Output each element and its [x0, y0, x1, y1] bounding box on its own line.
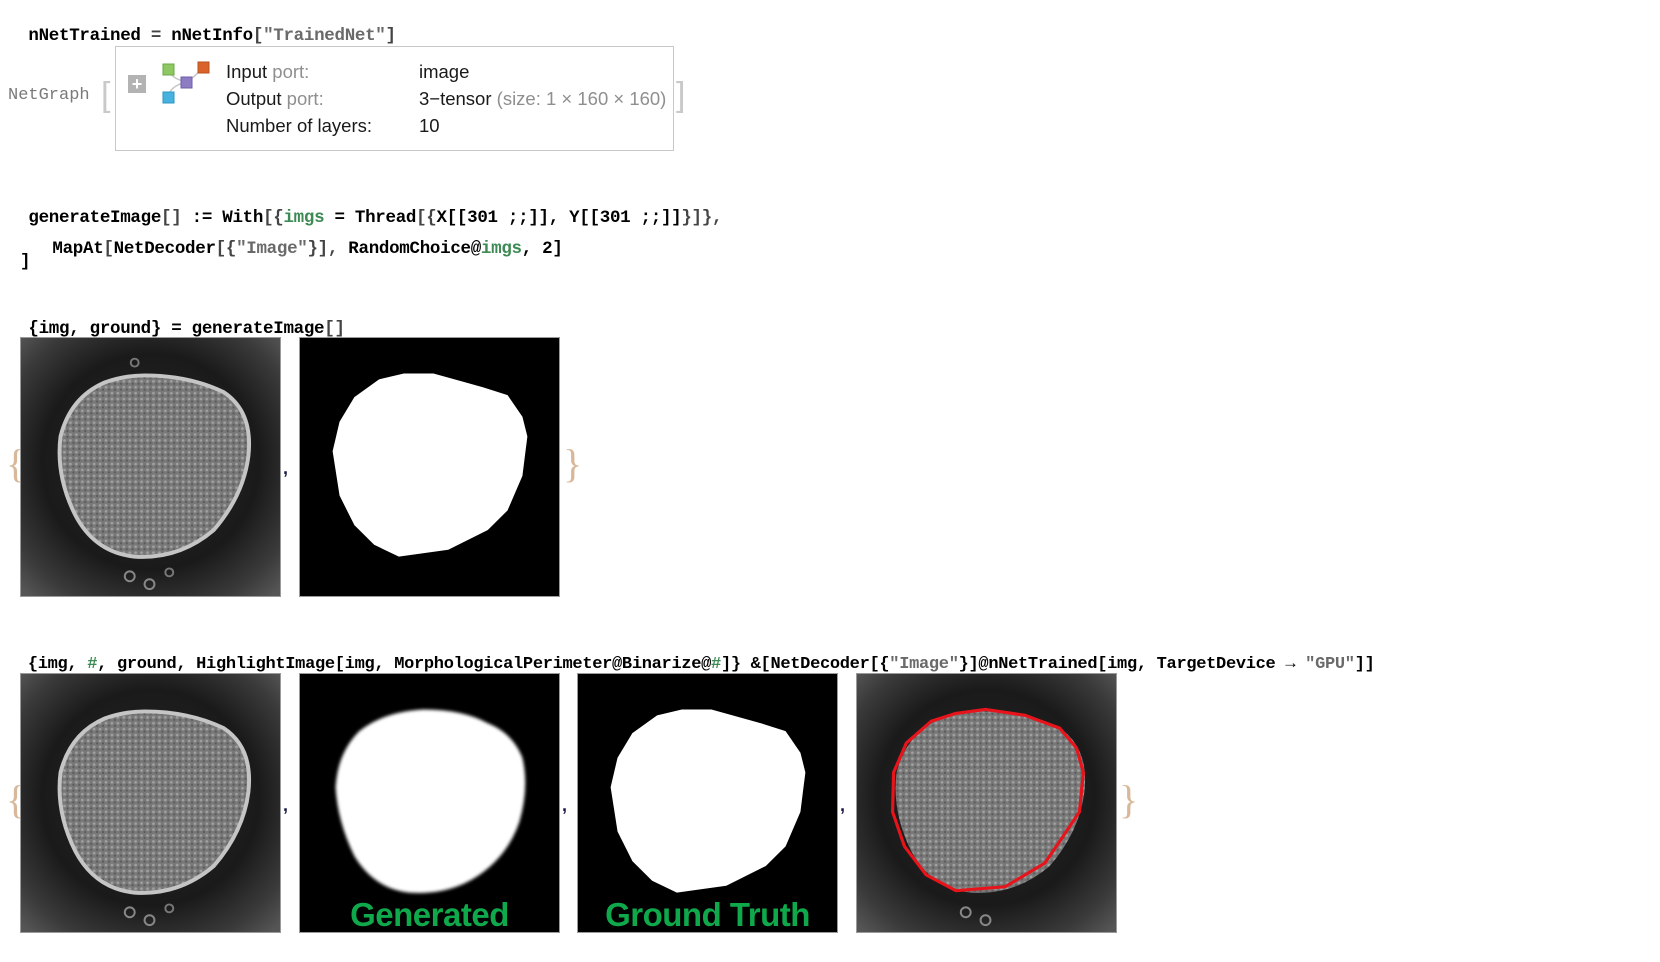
input-cell-nnettrained[interactable]: nNetTrained = nNetInfo["TrainedNet"] — [8, 6, 396, 46]
list-separator: , — [283, 795, 289, 815]
generated-mask — [300, 674, 559, 932]
netgraph-close-bracket: ] — [676, 76, 686, 114]
code-token: NetDecoder — [113, 239, 216, 259]
cell-image[interactable] — [20, 337, 281, 597]
code-token: = — [161, 319, 192, 339]
list-close-brace: } — [1119, 777, 1139, 822]
microscopy-image-highlighted — [857, 674, 1116, 932]
code-token: RandomChoice@ — [348, 239, 481, 259]
code-token: }], — [307, 239, 349, 259]
binary-mask — [300, 338, 559, 596]
ground-truth-label: Ground Truth — [605, 896, 810, 933]
list-separator: , — [562, 795, 568, 815]
expand-icon[interactable]: + — [128, 75, 146, 93]
input-port-value: image — [419, 61, 470, 82]
code-token: , 2] — [521, 239, 563, 259]
generated-label: Generated — [350, 896, 509, 933]
highlighted-image[interactable] — [856, 673, 1117, 933]
netgraph-summary-box[interactable]: + Input port: image Output port: 3−tenso… — [115, 46, 674, 151]
ground-truth-mask-image[interactable]: Ground Truth — [577, 673, 838, 933]
code-symbol: nNetTrained — [28, 26, 141, 46]
info-row-number-of-layers: Number of layers: 10 — [226, 112, 666, 139]
netgraph-head: NetGraph — [8, 86, 90, 105]
list-close-brace: } — [563, 441, 583, 486]
input-node-icon — [162, 63, 175, 76]
code-token: "Image" — [236, 239, 308, 259]
info-row-output-port: Output port: 3−tensor (size: 1 × 160 × 1… — [226, 88, 667, 109]
code-token: "Image" — [889, 655, 959, 674]
port-node-icon — [162, 91, 175, 104]
code-token: {img, ground} — [28, 319, 162, 339]
cell-image[interactable] — [20, 673, 281, 933]
number-of-layers-value: 10 — [419, 115, 440, 136]
input-cell-img-ground[interactable]: {img, ground} = generateImage[] — [8, 299, 345, 339]
code-token: [ — [103, 239, 114, 259]
netgraph-open-bracket: [ — [101, 76, 111, 114]
input-cell-generateimage-line3[interactable]: ] — [20, 252, 31, 272]
slot-symbol: # — [711, 655, 721, 674]
ground-mask-image[interactable] — [299, 337, 560, 597]
code-string: "TrainedNet" — [263, 26, 386, 46]
code-token: }]@nNetTrained[img, TargetDevice → — [958, 655, 1306, 674]
code-bracket: [ — [252, 26, 264, 46]
netgraph-info-table: Input port: image Output port: 3−tensor … — [226, 58, 666, 139]
code-operator: = — [140, 26, 172, 46]
output-node-icon — [197, 61, 210, 74]
code-token: MapAt — [52, 239, 104, 259]
input-cell-generateimage-line2[interactable]: MapAt[NetDecoder[{"Image"}], RandomChoic… — [32, 219, 563, 259]
microscopy-image — [21, 338, 280, 596]
slot-symbol: # — [87, 655, 98, 674]
local-variable: imgs — [480, 239, 522, 259]
code-symbol: nNetInfo — [171, 26, 253, 46]
code-token: ]} &[NetDecoder[{ — [720, 655, 890, 674]
code-token: "GPU" — [1305, 655, 1355, 674]
microscopy-image — [21, 674, 280, 932]
ground-truth-mask — [578, 674, 837, 932]
list-separator: , — [283, 458, 289, 478]
network-graph-icon — [162, 61, 210, 104]
code-bracket: ] — [385, 26, 397, 46]
code-token: [] — [324, 319, 345, 339]
code-token: }]}, — [681, 208, 723, 228]
code-token: generateImage — [191, 319, 325, 339]
layer-node-icon — [180, 76, 193, 89]
code-token: ]] — [1354, 655, 1375, 674]
output-port-value: 3−tensor — [419, 88, 492, 109]
info-row-input-port: Input port: image — [226, 58, 666, 85]
generated-mask-image[interactable]: Generated — [299, 673, 560, 933]
input-cell-prediction[interactable]: {img, #, ground, HighlightImage[img, Mor… — [8, 636, 1375, 674]
list-separator: , — [840, 795, 846, 815]
code-token: {img, — [27, 655, 88, 674]
code-token: [{ — [215, 239, 237, 259]
code-token: , ground, HighlightImage[img, Morphologi… — [97, 655, 712, 674]
